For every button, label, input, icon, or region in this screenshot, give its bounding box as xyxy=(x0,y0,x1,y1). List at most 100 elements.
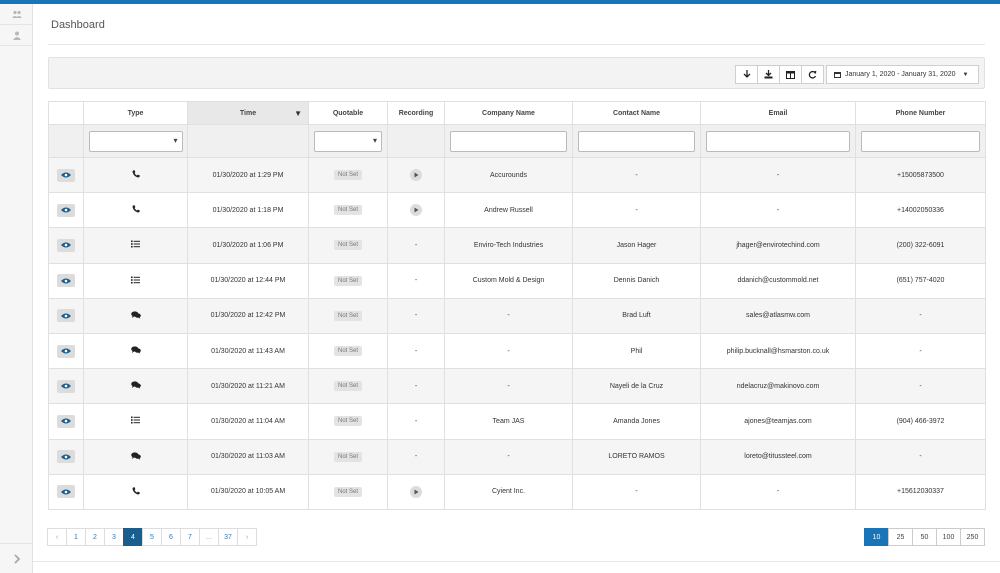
chat-icon xyxy=(130,311,141,321)
email-cell: - xyxy=(700,156,856,194)
contact-cell: Brad Luft xyxy=(572,297,701,334)
email-filter-input[interactable] xyxy=(706,130,850,152)
page-button[interactable]: 37 xyxy=(218,528,238,546)
page-size-button[interactable]: 100 xyxy=(936,528,961,546)
recording-value: - xyxy=(414,277,418,285)
eye-icon[interactable] xyxy=(57,274,75,288)
user-icon[interactable] xyxy=(0,25,33,46)
phone-filter-input[interactable] xyxy=(861,130,980,152)
quotable-badge[interactable]: Not Set xyxy=(333,346,362,357)
date-range-picker[interactable]: January 1, 2020 - January 31, 2020 ▼ xyxy=(826,65,979,84)
page-size-button[interactable]: 10 xyxy=(864,528,889,546)
page-button[interactable]: 7 xyxy=(180,528,200,546)
chat-icon xyxy=(130,381,141,391)
quotable-badge[interactable]: Not Set xyxy=(333,205,362,216)
company-cell: Team JAS xyxy=(444,403,573,440)
eye-icon[interactable] xyxy=(57,344,75,358)
eye-icon[interactable] xyxy=(57,414,75,428)
eye-icon[interactable] xyxy=(57,309,75,323)
recording-cell: - xyxy=(387,297,445,334)
page-button[interactable]: 3 xyxy=(104,528,124,546)
eye-icon[interactable] xyxy=(57,379,75,393)
recording-cell: - xyxy=(387,332,445,370)
page-size-button[interactable]: 25 xyxy=(888,528,913,546)
column-header-recording[interactable]: Recording xyxy=(387,101,445,125)
page-size-button[interactable]: 250 xyxy=(960,528,985,546)
eye-icon[interactable] xyxy=(57,485,75,499)
column-header-quotable[interactable]: Quotable xyxy=(308,101,388,125)
quotable-badge[interactable]: Not Set xyxy=(333,381,362,392)
filter-cell-contact xyxy=(572,124,701,158)
phone-cell: - xyxy=(855,297,986,334)
company-filter-input[interactable] xyxy=(450,130,567,152)
column-header-time[interactable]: Time ▼ xyxy=(187,101,309,125)
form-icon xyxy=(131,240,140,250)
users-icon[interactable] xyxy=(0,4,33,25)
column-header-type[interactable]: Type xyxy=(83,101,188,125)
next-page-button[interactable]: › xyxy=(237,528,257,546)
filter-cell-email xyxy=(700,124,856,158)
page-button[interactable]: ... xyxy=(199,528,219,546)
company-cell: - xyxy=(444,297,573,334)
table-row: 01/30/2020 at 1:18 PM Not Set Andrew Russe… xyxy=(48,192,986,229)
page-button[interactable]: 6 xyxy=(161,528,181,546)
time-cell: 01/30/2020 at 1:29 PM xyxy=(187,156,309,194)
page-size-selector: 10 25 50 100 250 xyxy=(864,528,985,546)
view-cell xyxy=(48,262,84,299)
prev-page-button[interactable]: ‹ xyxy=(47,528,67,546)
play-recording-button[interactable] xyxy=(410,204,422,217)
page-button[interactable]: 4 xyxy=(123,528,143,546)
phone-icon xyxy=(132,205,140,215)
quotable-badge[interactable]: Not Set xyxy=(333,310,362,321)
filter-cell-company xyxy=(444,124,573,158)
email-cell: ndelacruz@makinovo.com xyxy=(700,368,856,405)
recording-value: - xyxy=(414,417,418,425)
quotable-cell: Not Set xyxy=(308,297,388,334)
recording-cell: - xyxy=(387,438,445,475)
column-header-company[interactable]: Company Name xyxy=(444,101,573,125)
recording-cell xyxy=(387,156,445,194)
time-cell: 01/30/2020 at 1:06 PM xyxy=(187,227,309,264)
column-header-contact[interactable]: Contact Name xyxy=(572,101,701,125)
phone-cell: (200) 322-6091 xyxy=(855,227,986,264)
table-row: 01/30/2020 at 1:29 PM Not Set Accurounds - -… xyxy=(48,156,986,194)
quotable-badge[interactable]: Not Set xyxy=(333,240,362,251)
quotable-badge[interactable]: Not Set xyxy=(333,451,362,462)
quotable-badge[interactable]: Not Set xyxy=(333,486,362,497)
quotable-badge[interactable]: Not Set xyxy=(333,275,362,286)
expand-sidebar-icon[interactable] xyxy=(0,543,33,573)
filter-cell-type xyxy=(83,124,188,158)
type-cell xyxy=(83,332,188,370)
column-header-phone[interactable]: Phone Number xyxy=(855,101,986,125)
quotable-filter-select[interactable] xyxy=(314,130,382,152)
play-recording-button[interactable] xyxy=(410,169,422,182)
eye-icon[interactable] xyxy=(57,450,75,464)
contact-filter-input[interactable] xyxy=(578,130,695,152)
column-header-email[interactable]: Email xyxy=(700,101,856,125)
email-cell: philip.bucknall@hsmarston.co.uk xyxy=(700,332,856,370)
play-recording-button[interactable] xyxy=(410,485,422,498)
page-button[interactable]: 2 xyxy=(85,528,105,546)
view-cell xyxy=(48,156,84,194)
quotable-badge[interactable]: Not Set xyxy=(333,416,362,427)
download-icon[interactable] xyxy=(757,65,780,84)
company-cell: Cyient Inc. xyxy=(444,473,573,510)
recording-value: - xyxy=(414,347,418,355)
phone-cell: +15612030337 xyxy=(855,473,986,510)
recording-cell: - xyxy=(387,262,445,299)
filter-cell-phone xyxy=(855,124,986,158)
type-filter-select[interactable] xyxy=(88,130,183,152)
recording-value: - xyxy=(414,382,418,390)
contact-cell: - xyxy=(572,192,701,229)
calendar-icon xyxy=(834,72,841,78)
eye-icon[interactable] xyxy=(57,168,75,182)
page-size-button[interactable]: 50 xyxy=(912,528,937,546)
columns-icon[interactable] xyxy=(779,65,802,84)
quotable-badge[interactable]: Not Set xyxy=(333,170,362,181)
arrow-down-icon[interactable] xyxy=(735,65,758,84)
eye-icon[interactable] xyxy=(57,238,75,252)
refresh-icon[interactable] xyxy=(801,65,824,84)
page-button[interactable]: 1 xyxy=(66,528,86,546)
eye-icon[interactable] xyxy=(57,203,75,217)
page-button[interactable]: 5 xyxy=(142,528,162,546)
